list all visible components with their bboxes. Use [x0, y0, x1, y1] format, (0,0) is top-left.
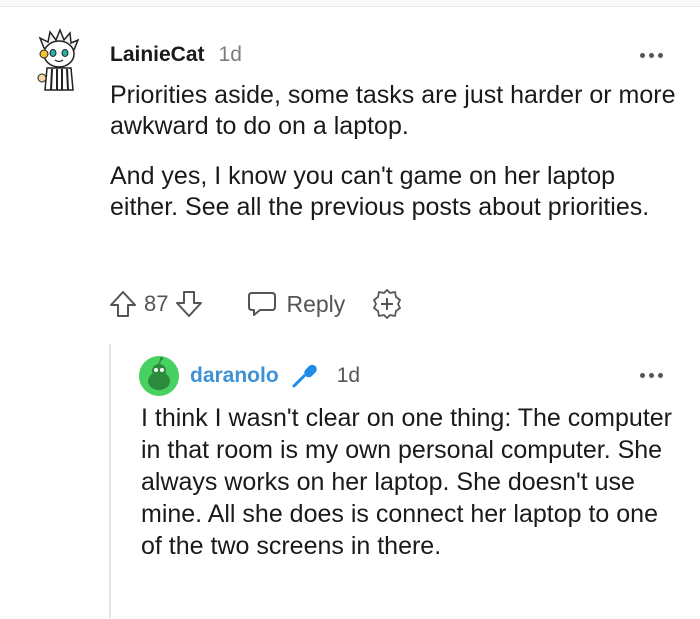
reply-header: daranolo 1d — [190, 362, 360, 390]
avatar[interactable] — [36, 27, 82, 92]
vote-count: 87 — [144, 291, 169, 316]
reply-button[interactable]: Reply — [246, 290, 345, 318]
more-options-icon[interactable] — [640, 370, 668, 380]
author-name[interactable]: daranolo — [190, 364, 279, 388]
microphone-icon — [289, 361, 319, 391]
downvote-icon[interactable] — [174, 289, 204, 319]
reply-avatar[interactable] — [139, 356, 179, 396]
comment-body: Priorities aside, some tasks are just ha… — [110, 80, 680, 242]
comment-age: 1d — [218, 43, 242, 66]
comment-paragraph: And yes, I know you can't game on her la… — [110, 162, 650, 221]
thread-line[interactable] — [109, 344, 111, 618]
comment-header: LainieCat 1d — [110, 42, 242, 68]
upvote-icon[interactable] — [108, 289, 138, 319]
reply-age: 1d — [336, 364, 361, 387]
reply-bubble-icon — [246, 290, 278, 318]
reply-body: I think I wasn't clear on one thing: The… — [141, 404, 672, 560]
comment-paragraph: Priorities aside, some tasks are just ha… — [110, 81, 676, 140]
more-options-icon[interactable] — [640, 50, 668, 60]
author-name[interactable]: LainieCat — [110, 43, 205, 67]
reply-label: Reply — [286, 290, 346, 317]
comment-actions: 87 Reply — [108, 286, 403, 322]
award-plus-icon[interactable] — [371, 288, 403, 320]
top-divider — [0, 0, 700, 7]
